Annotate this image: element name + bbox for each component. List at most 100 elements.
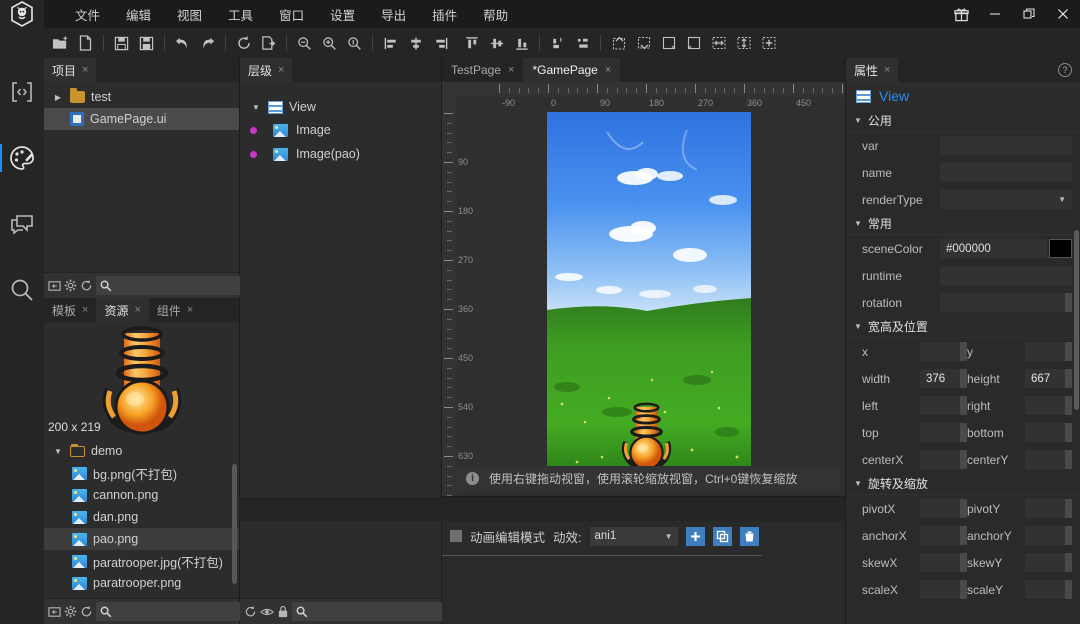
export-button[interactable] [256,31,281,55]
property-group-rotate-scale[interactable]: ▼ 旋转及缩放 [846,473,1080,495]
property-input-scalex[interactable] [920,580,960,599]
rail-item-design[interactable] [0,138,42,178]
add-animation-button[interactable] [685,526,705,546]
y-stepper[interactable] [1065,342,1072,361]
property-input-right[interactable] [1025,396,1065,415]
distribute-v-button[interactable] [570,31,595,55]
property-input-anchory[interactable] [1025,526,1065,545]
width-stepper[interactable] [960,369,967,388]
tab-template[interactable]: 模板 × [44,298,96,322]
rail-item-search[interactable] [2,270,42,310]
animation-mode-checkbox[interactable] [450,530,462,542]
tab-properties-close[interactable]: × [884,64,890,76]
maximize-button[interactable] [1012,0,1046,28]
tab-project[interactable]: 项目 × [44,58,97,82]
timeline-track-area[interactable] [442,551,845,624]
property-input-centerx[interactable] [920,450,960,469]
refresh-icon[interactable] [244,602,257,621]
delete-animation-button[interactable] [739,526,759,546]
asset-row-shell[interactable]: shell.jpg(不打包) [44,594,239,598]
gear-icon[interactable] [64,602,77,621]
collapse-icon[interactable] [48,276,61,295]
align-center-h-button[interactable] [403,31,428,55]
asset-row-dan[interactable]: dan.png [44,506,239,528]
asset-row-paratrooper-jpg[interactable]: paratrooper.jpg(不打包) [44,550,239,572]
tree-row-gamepage[interactable]: GamePage.ui [44,108,239,130]
scalex-stepper[interactable] [960,580,967,599]
property-input-var[interactable] [940,136,1072,155]
copy-animation-button[interactable] [712,526,732,546]
collapse-arrow-icon[interactable]: ▼ [250,103,262,112]
group-button[interactable] [656,31,681,55]
undo-button[interactable] [170,31,195,55]
fit-height-button[interactable] [731,31,756,55]
asset-row-bg[interactable]: bg.png(不打包) [44,462,239,484]
visibility-dot-icon[interactable] [250,126,257,134]
doc-tab-close[interactable]: × [508,64,514,76]
property-input-bottom[interactable] [1025,423,1065,442]
asset-row-demo[interactable]: ▼ demo [44,440,239,462]
eye-icon[interactable] [260,602,274,621]
design-stage[interactable] [547,112,751,477]
doc-tab-gamepage[interactable]: *GamePage × [523,58,621,82]
menu-item-plugins[interactable]: 插件 [419,1,470,28]
property-input-x[interactable] [920,342,960,361]
left-stepper[interactable] [960,396,967,415]
x-stepper[interactable] [960,342,967,361]
align-left-button[interactable] [378,31,403,55]
property-input-top[interactable] [920,423,960,442]
gear-icon[interactable] [64,276,77,295]
rail-item-code[interactable] [2,72,42,112]
fit-width-button[interactable] [706,31,731,55]
color-swatch[interactable] [1049,239,1072,258]
tab-properties[interactable]: 属性 × [846,58,899,82]
menu-item-settings[interactable]: 设置 [317,1,368,28]
tree-row-test[interactable]: ▶ test [44,86,239,108]
vertical-ruler[interactable] [442,82,457,496]
asset-row-pao[interactable]: pao.png [44,528,239,550]
pivotx-stepper[interactable] [960,499,967,518]
property-input-width[interactable]: 376 [920,369,960,388]
skewy-stepper[interactable] [1065,553,1072,572]
refresh-icon[interactable] [80,602,93,621]
bottom-stepper[interactable] [1065,423,1072,442]
save-all-button[interactable] [134,31,159,55]
rail-item-chat[interactable] [2,204,42,244]
tab-hierarchy[interactable]: 层级 × [240,58,293,82]
anchory-stepper[interactable] [1065,526,1072,545]
anchorx-stepper[interactable] [960,526,967,545]
tab-component[interactable]: 组件 × [149,298,201,322]
properties-scrollbar[interactable] [1074,230,1079,410]
ungroup-button[interactable] [681,31,706,55]
property-input-runtime[interactable] [940,266,1072,285]
refresh-icon[interactable] [80,276,93,295]
gift-button[interactable] [944,0,978,28]
property-input-height[interactable]: 667 [1025,369,1065,388]
minimize-button[interactable] [978,0,1012,28]
asset-row-cannon[interactable]: cannon.png [44,484,239,506]
centery-stepper[interactable] [1065,450,1072,469]
menu-item-tools[interactable]: 工具 [215,1,266,28]
add-node-button[interactable] [756,31,781,55]
hier-row-view[interactable]: ▼ View [240,96,441,118]
tab-resource-close[interactable]: × [134,304,140,316]
menu-item-view[interactable]: 视图 [164,1,215,28]
doc-tab-testpage[interactable]: TestPage × [442,58,523,82]
asset-list-scrollbar[interactable] [232,464,237,584]
tab-resource[interactable]: 资源 × [96,298,149,322]
property-input-centery[interactable] [1025,450,1065,469]
redo-button[interactable] [195,31,220,55]
property-group-size-position[interactable]: ▼ 宽高及位置 [846,316,1080,338]
property-input-left[interactable] [920,396,960,415]
skewx-stepper[interactable] [960,553,967,572]
expand-arrow-icon[interactable]: ▶ [52,93,64,102]
tab-template-close[interactable]: × [82,304,88,316]
collapse-icon[interactable] [48,602,61,621]
close-button[interactable] [1046,0,1080,28]
new-folder-button[interactable] [48,31,73,55]
hier-row-image-pao[interactable]: Image(pao) [240,142,441,166]
centerx-stepper[interactable] [960,450,967,469]
canvas-viewport[interactable]: i 使用右键拖动视窗，使用滚轮缩放视窗，Ctrl+0键恢复缩放 -90 0 90 18… [442,82,845,496]
tab-project-close[interactable]: × [82,64,88,76]
bring-front-button[interactable] [606,31,631,55]
